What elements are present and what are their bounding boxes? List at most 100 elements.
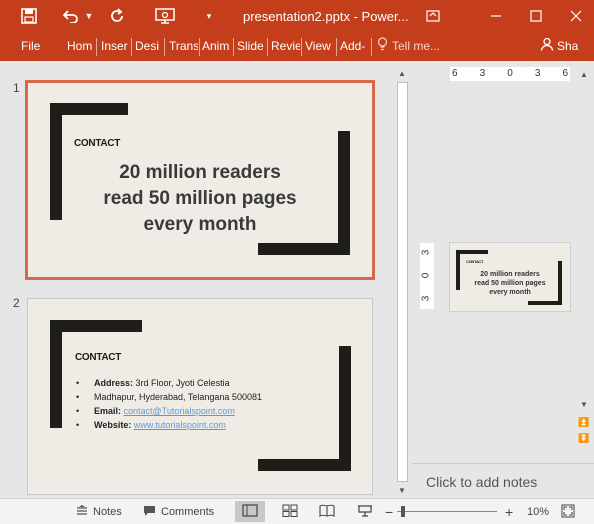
tab-separator: [199, 38, 200, 56]
slide-heading: CONTACT: [466, 259, 484, 264]
scroll-down-icon[interactable]: ▼: [576, 397, 592, 411]
slide-thumbnail-1[interactable]: CONTACT 20 million readers read 50 milli…: [25, 80, 375, 280]
tell-me-search[interactable]: Tell me...: [377, 33, 440, 61]
list-item: • Website: www.tutorialspoint.com: [76, 418, 262, 432]
tab-design[interactable]: Desi: [135, 33, 162, 61]
maximize-icon[interactable]: [522, 4, 550, 28]
slide-sorter-button[interactable]: [275, 501, 305, 522]
zoom-out-button[interactable]: −: [385, 501, 393, 523]
tab-file[interactable]: File: [21, 33, 45, 61]
zoom-slider-thumb[interactable]: [401, 506, 405, 517]
projector-icon: [357, 504, 373, 520]
tell-me-label: Tell me...: [392, 39, 441, 53]
ruler-tick: 6: [562, 68, 568, 79]
tab-separator: [267, 38, 268, 56]
slide-text-line: every month: [489, 289, 531, 296]
tab-separator: [96, 38, 97, 56]
share-button[interactable]: Sha: [540, 33, 578, 61]
vertical-ruler: 3 0 3: [420, 243, 434, 309]
ruler-tick: 3: [534, 68, 541, 79]
tab-review[interactable]: Revie: [271, 33, 300, 61]
undo-icon[interactable]: [60, 5, 82, 27]
address-value: 3rd Floor, Jyoti Celestia: [135, 378, 230, 388]
tab-separator: [371, 38, 372, 56]
notes-button[interactable]: Notes: [76, 501, 122, 523]
bullet: •: [76, 378, 80, 388]
slide-text-line: every month: [143, 214, 257, 235]
dropdown-icon[interactable]: ▼: [83, 5, 95, 27]
present-icon[interactable]: [153, 5, 177, 27]
corner-bar: [456, 250, 488, 254]
scrollbar-thumb[interactable]: [397, 82, 408, 482]
bullet: •: [76, 406, 80, 416]
customize-icon[interactable]: ▾: [202, 5, 216, 27]
tab-add-ins[interactable]: Add-: [340, 33, 370, 61]
reading-view-button[interactable]: [312, 501, 342, 522]
scroll-down-icon[interactable]: ▼: [394, 483, 410, 497]
slide-canvas[interactable]: CONTACT 20 million readers read 50 milli…: [449, 242, 571, 312]
list-item: • Madhapur, Hyderabad, Telangana 500081: [76, 390, 262, 404]
ribbon-display-icon[interactable]: [419, 4, 447, 28]
slides-pane: 1 CONTACT 20 million readers read 50 mil…: [0, 61, 392, 498]
minimize-icon[interactable]: [482, 4, 510, 28]
tab-transitions[interactable]: Trans: [169, 33, 198, 61]
close-icon[interactable]: [562, 4, 590, 28]
corner-bar: [258, 243, 350, 255]
comments-button[interactable]: Comments: [143, 501, 214, 523]
normal-view-button[interactable]: [235, 501, 265, 522]
address-label: Address:: [94, 378, 134, 388]
list-item: • Email: contact@Tutorialspoint.com: [76, 404, 262, 418]
normal-view-icon: [242, 503, 258, 520]
person-icon: [540, 34, 554, 60]
slide-sorter-icon: [282, 504, 298, 520]
scroll-up-icon[interactable]: ▲: [576, 67, 592, 81]
slide-text-line: 20 million readers: [480, 271, 540, 278]
ruler-tick: 3: [420, 295, 432, 302]
fit-window-icon: [561, 504, 575, 521]
window-title: presentation2.pptx - Power...: [243, 9, 409, 24]
status-bar: Notes Comments − + 10%: [0, 498, 594, 524]
ruler-tick: 3: [420, 249, 432, 256]
address-line2: Madhapur, Hyderabad, Telangana 500081: [94, 392, 262, 402]
ruler-tick: 6: [452, 68, 458, 79]
notes-label: Notes: [93, 506, 122, 518]
slides-scrollbar[interactable]: ▲ ▼: [394, 66, 410, 498]
tab-separator: [233, 38, 234, 56]
save-icon[interactable]: [18, 5, 40, 27]
slide-thumbnail-2[interactable]: CONTACT • Address: 3rd Floor, Jyoti Celes…: [27, 298, 373, 495]
tab-separator: [131, 38, 132, 56]
next-slide-icon[interactable]: ⏬: [576, 431, 592, 445]
title-bar: ▼ ▾ presentation2.pptx - Power...: [0, 0, 594, 33]
previous-slide-icon[interactable]: ⏫: [576, 415, 592, 429]
ruler-tick: 0: [420, 272, 432, 279]
slide-text-line: read 50 million pages: [103, 188, 297, 209]
website-label: Website:: [94, 420, 132, 430]
redo-icon[interactable]: [106, 5, 128, 27]
zoom-in-button[interactable]: +: [505, 501, 513, 523]
fit-to-window-button[interactable]: [561, 501, 575, 523]
slide-number: 1: [13, 81, 20, 95]
notes-area[interactable]: Click to add notes: [412, 463, 594, 498]
zoom-slider[interactable]: [397, 511, 497, 512]
slide-number: 2: [13, 296, 20, 310]
email-label: Email:: [94, 406, 122, 416]
book-icon: [319, 504, 335, 520]
share-label: Sha: [557, 39, 579, 53]
tab-view[interactable]: View: [305, 33, 335, 61]
ruler-tick: 0: [507, 68, 513, 79]
editor-scrollbar[interactable]: ▲ ▼ ⏫ ⏬: [576, 65, 592, 445]
email-link[interactable]: contact@Tutorialspoint.com: [124, 406, 235, 416]
tab-home[interactable]: Hom: [67, 33, 94, 61]
tab-animations[interactable]: Anim: [202, 33, 232, 61]
tab-slide-show[interactable]: Slide: [237, 33, 267, 61]
zoom-level[interactable]: 10%: [527, 501, 549, 523]
tab-insert[interactable]: Inser: [101, 33, 130, 61]
list-item: • Address: 3rd Floor, Jyoti Celestia: [76, 376, 262, 390]
slideshow-button[interactable]: [350, 501, 380, 522]
comments-label: Comments: [161, 506, 215, 518]
notes-icon: [76, 504, 88, 520]
slide-text-line: 20 million readers: [119, 162, 281, 183]
lightbulb-icon: [377, 34, 388, 60]
scroll-up-icon[interactable]: ▲: [394, 66, 410, 80]
website-link[interactable]: www.tutorialspoint.com: [134, 420, 226, 430]
